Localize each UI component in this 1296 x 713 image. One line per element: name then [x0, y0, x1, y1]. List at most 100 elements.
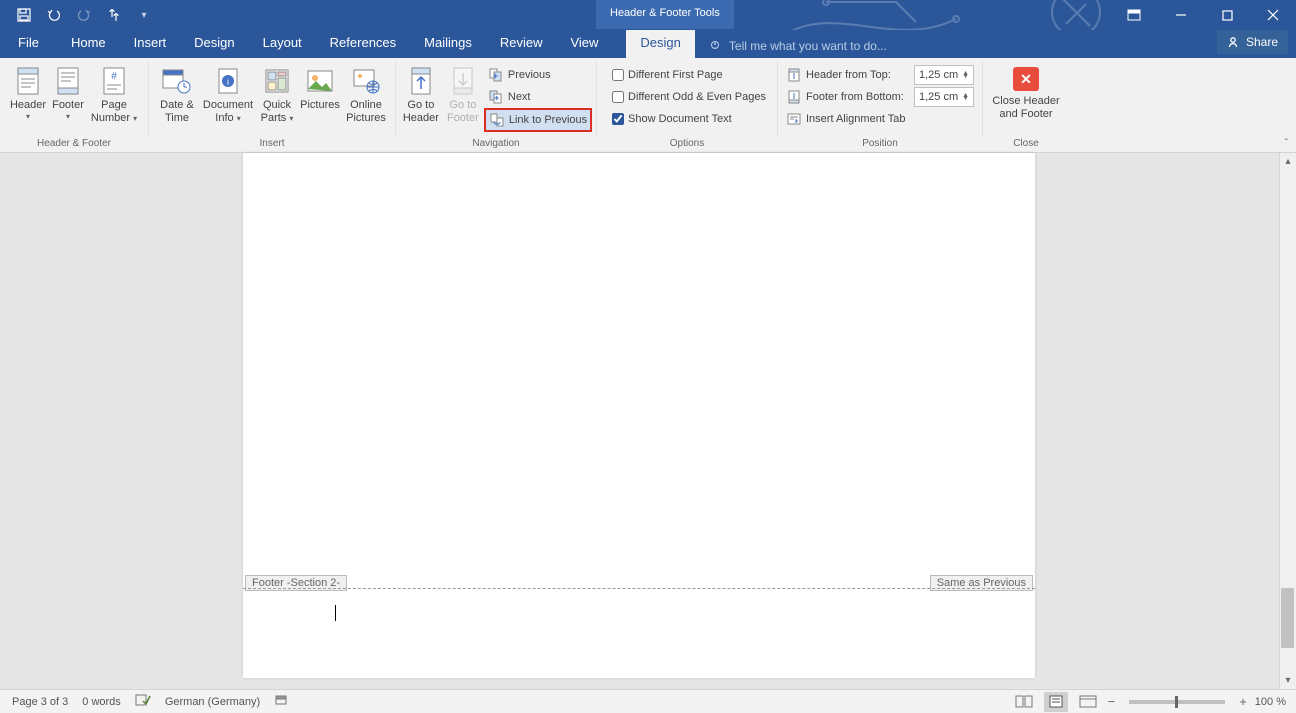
tab-mailings[interactable]: Mailings	[410, 30, 486, 58]
collapse-ribbon-button[interactable]: ˆ	[1285, 138, 1288, 149]
online-pictures-button[interactable]: OnlinePictures	[343, 61, 389, 124]
goto-footer-icon	[447, 65, 479, 97]
vertical-scrollbar[interactable]: ▴ ▾	[1279, 153, 1296, 689]
next-button[interactable]: Next	[484, 86, 592, 108]
group-label-options: Options	[601, 136, 773, 152]
footer-from-bottom-row: Footer from Bottom: 1,25 cm▲▼	[782, 86, 978, 108]
footer-from-bottom-spinner[interactable]: 1,25 cm▲▼	[914, 87, 974, 107]
text-cursor	[335, 605, 336, 621]
goto-header-button[interactable]: Go toHeader	[400, 61, 442, 124]
online-pictures-icon	[350, 65, 382, 97]
next-icon	[488, 89, 504, 105]
maximize-button[interactable]	[1204, 0, 1250, 30]
different-odd-even-checkbox[interactable]: Different Odd & Even Pages	[608, 86, 770, 108]
goto-header-icon	[405, 65, 437, 97]
window-controls	[1158, 0, 1296, 30]
pictures-button[interactable]: Pictures	[297, 61, 343, 112]
svg-text:i: i	[227, 77, 229, 87]
document-info-button[interactable]: i DocumentInfo ▾	[199, 61, 257, 124]
footer-boundary-line	[243, 588, 1035, 589]
ribbon: Header▾ Footer▾ # PageNumber ▾ Header & …	[0, 58, 1296, 153]
undo-button[interactable]	[44, 5, 64, 25]
goto-footer-button: Go toFooter	[442, 61, 484, 124]
date-time-button[interactable]: Date &Time	[155, 61, 199, 124]
tell-me-placeholder: Tell me what you want to do...	[729, 39, 887, 53]
quick-parts-icon	[261, 65, 293, 97]
tab-insert[interactable]: Insert	[120, 30, 181, 58]
status-bar: Page 3 of 3 0 words German (Germany) − +…	[0, 689, 1296, 713]
spellcheck-icon[interactable]	[135, 693, 151, 710]
scroll-down-button[interactable]: ▾	[1280, 672, 1296, 689]
status-page[interactable]: Page 3 of 3	[12, 696, 68, 708]
quick-access-toolbar: ▾	[0, 5, 154, 25]
contextual-tab-label: Header & Footer Tools	[596, 0, 734, 29]
zoom-level[interactable]: 100 %	[1255, 696, 1286, 708]
share-button[interactable]: Share	[1217, 30, 1288, 54]
alignment-tab-icon	[786, 111, 802, 127]
ribbon-display-options-button[interactable]	[1114, 0, 1154, 30]
status-word-count[interactable]: 0 words	[82, 696, 121, 708]
document-info-icon: i	[212, 65, 244, 97]
tab-references[interactable]: References	[316, 30, 410, 58]
footer-button[interactable]: Footer▾	[48, 61, 88, 121]
macro-icon[interactable]	[274, 693, 288, 710]
group-header-footer: Header▾ Footer▾ # PageNumber ▾ Header & …	[0, 58, 148, 152]
group-close: ✕ Close Header and Footer Close	[983, 58, 1069, 152]
group-label-navigation: Navigation	[400, 136, 592, 152]
page-canvas[interactable]: Footer -Section 2- Same as Previous	[243, 153, 1035, 678]
zoom-out-button[interactable]: −	[1108, 694, 1116, 709]
svg-text:#: #	[111, 71, 117, 82]
header-from-top-icon	[786, 67, 802, 83]
tab-design[interactable]: Design	[180, 30, 248, 58]
scroll-up-button[interactable]: ▴	[1280, 153, 1296, 170]
page-number-icon: #	[98, 65, 130, 97]
tab-review[interactable]: Review	[486, 30, 557, 58]
insert-alignment-tab-button[interactable]: Insert Alignment Tab	[782, 108, 978, 130]
share-label: Share	[1246, 35, 1278, 49]
customize-qat-button[interactable]: ▾	[134, 5, 154, 25]
web-layout-button[interactable]	[1076, 692, 1100, 712]
scrollbar-thumb[interactable]	[1281, 588, 1294, 648]
zoom-in-button[interactable]: +	[1239, 694, 1247, 709]
ribbon-tabs: File Home Insert Design Layout Reference…	[0, 30, 1296, 58]
footer-icon	[52, 65, 84, 97]
link-to-previous-button[interactable]: Link to Previous	[484, 108, 592, 132]
show-document-text-checkbox[interactable]: Show Document Text	[608, 108, 770, 130]
document-workspace: Footer -Section 2- Same as Previous	[0, 153, 1279, 689]
print-layout-button[interactable]	[1044, 692, 1068, 712]
link-to-previous-icon	[489, 112, 505, 128]
read-mode-button[interactable]	[1012, 692, 1036, 712]
group-navigation: Go toHeader Go toFooter Previous Next Li…	[396, 58, 596, 152]
tab-view[interactable]: View	[556, 30, 612, 58]
group-position: Header from Top: 1,25 cm▲▼ Footer from B…	[778, 58, 982, 152]
close-window-button[interactable]	[1250, 0, 1296, 30]
group-insert: Date &Time i DocumentInfo ▾ QuickParts ▾…	[149, 58, 395, 152]
group-label-header-footer: Header & Footer	[4, 136, 144, 152]
previous-button[interactable]: Previous	[484, 64, 592, 86]
status-language[interactable]: German (Germany)	[165, 696, 260, 708]
tell-me-search[interactable]: Tell me what you want to do...	[709, 30, 887, 58]
different-first-page-checkbox[interactable]: Different First Page	[608, 64, 770, 86]
header-icon	[12, 65, 44, 97]
header-from-top-row: Header from Top: 1,25 cm▲▼	[782, 64, 978, 86]
touch-mode-button[interactable]	[104, 5, 124, 25]
close-icon: ✕	[1013, 67, 1039, 91]
tab-header-footer-design[interactable]: Design	[626, 30, 694, 58]
tab-home[interactable]: Home	[57, 30, 120, 58]
tab-layout[interactable]: Layout	[249, 30, 316, 58]
previous-icon	[488, 67, 504, 83]
save-button[interactable]	[14, 5, 34, 25]
close-header-footer-button[interactable]: ✕ Close Header and Footer	[988, 61, 1064, 121]
footer-from-bottom-icon	[786, 89, 802, 105]
header-button[interactable]: Header▾	[8, 61, 48, 121]
minimize-button[interactable]	[1158, 0, 1204, 30]
pictures-icon	[304, 65, 336, 97]
group-label-close: Close	[987, 136, 1065, 152]
group-options: Different First Page Different Odd & Eve…	[597, 58, 777, 152]
zoom-slider[interactable]	[1129, 700, 1225, 704]
redo-button[interactable]	[74, 5, 94, 25]
quick-parts-button[interactable]: QuickParts ▾	[257, 61, 297, 124]
header-from-top-spinner[interactable]: 1,25 cm▲▼	[914, 65, 974, 85]
page-number-button[interactable]: # PageNumber ▾	[88, 61, 140, 124]
tab-file[interactable]: File	[0, 30, 57, 58]
